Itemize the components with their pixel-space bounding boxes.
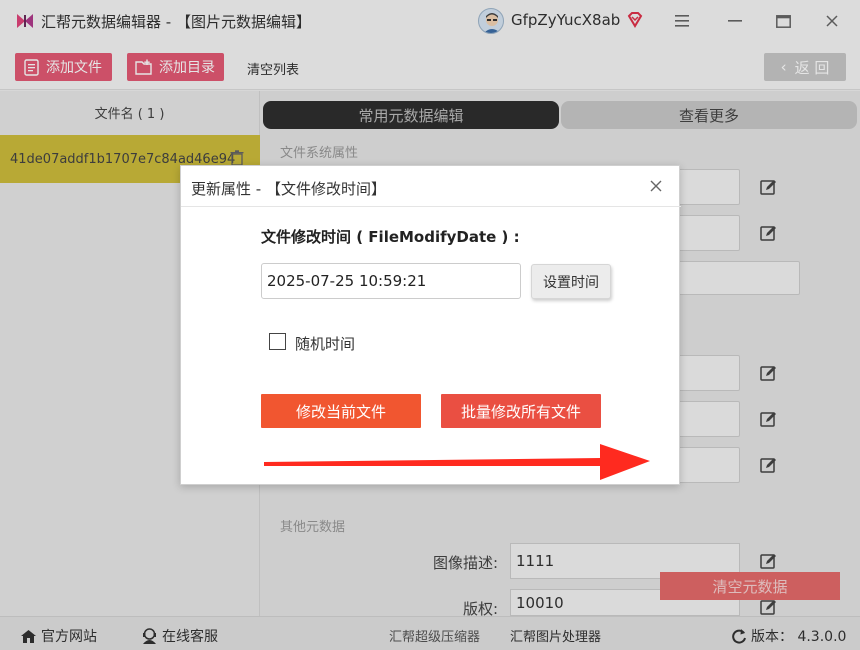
modify-date-label: 文件修改时间 ( FileModifyDate ) : (261, 228, 520, 246)
close-icon[interactable] (650, 180, 662, 192)
dialog-divider (181, 206, 681, 207)
modify-current-file-button[interactable]: 修改当前文件 (261, 394, 421, 428)
set-time-button[interactable]: 设置时间 (531, 264, 611, 299)
dialog-title: 更新属性 - 【文件修改时间】 (191, 180, 386, 198)
batch-modify-button[interactable]: 批量修改所有文件 (441, 394, 601, 428)
datetime-input[interactable]: 2025-07-25 10:59:21 (261, 263, 521, 299)
annotation-arrow (264, 444, 650, 480)
random-time-checkbox[interactable] (269, 333, 286, 350)
random-time-label[interactable]: 随机时间 (295, 333, 355, 354)
datetime-value: 2025-07-25 10:59:21 (267, 272, 427, 290)
update-attribute-dialog: 更新属性 - 【文件修改时间】 文件修改时间 ( FileModifyDate … (180, 165, 681, 485)
